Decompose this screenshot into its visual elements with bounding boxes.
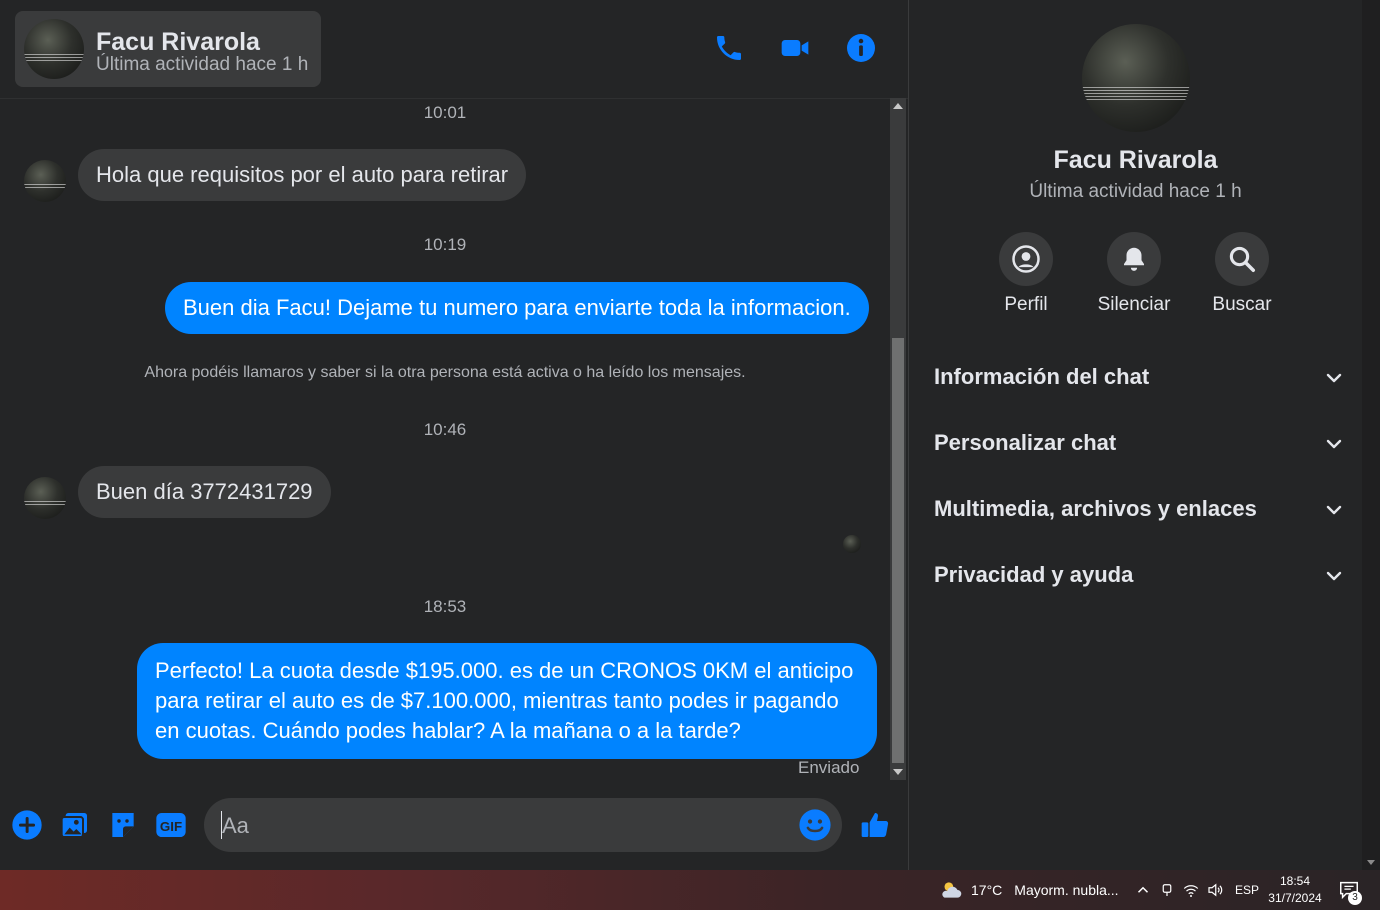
sent-status: Enviado [798,758,860,777]
language-indicator[interactable]: ESP [1235,870,1259,910]
wifi-icon[interactable] [1182,870,1200,910]
video-camera-icon[interactable] [777,30,813,66]
contact-name[interactable]: Facu Rivarola [96,28,260,57]
search-button[interactable]: Buscar [1192,232,1292,316]
volume-icon[interactable] [1206,870,1224,910]
section-label: Personalizar chat [934,430,1117,455]
page-scrollbar[interactable] [1362,0,1380,870]
section-label: Privacidad y ayuda [934,562,1134,587]
incoming-message[interactable]: Buen día 3772431729 [78,466,331,518]
search-icon [1229,246,1255,272]
seen-avatar [843,535,861,553]
profile-button[interactable]: Perfil [976,232,1076,316]
profile-label: Perfil [1004,294,1048,315]
chat-panel: Facu Rivarola Última actividad hace 1 h … [0,0,908,870]
phone-icon[interactable] [711,30,747,66]
message-input[interactable]: Aa [204,798,842,852]
chevron-down-icon [1326,439,1342,449]
timestamp: 10:46 [423,420,467,439]
notifications-button[interactable]: 3 [1338,870,1362,910]
show-hidden-icons-button[interactable] [1134,870,1152,910]
page-scroll-down-arrow[interactable] [1367,860,1375,865]
clock-date: 31/7/2024 [1268,891,1322,905]
search-label: Buscar [1212,294,1272,315]
weather-widget[interactable]: 17°C Mayorm. nubla... [938,870,1119,910]
usb-device-icon [1162,884,1172,896]
chat-scrollbar[interactable] [890,98,906,780]
sticker-icon[interactable] [106,808,140,842]
sender-avatar[interactable] [24,160,66,202]
mute-button[interactable]: Silenciar [1084,232,1184,316]
contact-avatar[interactable] [24,19,84,79]
chevron-down-icon [1326,373,1342,383]
temperature: 17°C [971,882,1003,898]
plus-icon[interactable] [10,808,44,842]
timestamp: 18:53 [423,597,467,616]
gif-icon[interactable]: GIF [154,808,188,842]
section-label: Multimedia, archivos y enlaces [934,496,1257,521]
gif-label: GIF [160,819,182,834]
chevron-down-icon [1326,505,1342,515]
system-notice: Ahora podéis llamaros y saber si la otra… [144,364,746,381]
section-media-files-links[interactable]: Multimedia, archivos y enlaces [934,488,1344,532]
weather-text: Mayorm. nubla... [1014,882,1119,898]
notification-count: 3 [1348,891,1362,905]
contact-status: Última actividad hace 1 h [96,54,309,75]
scroll-down-arrow[interactable] [893,769,903,775]
sender-avatar[interactable] [24,477,66,519]
timestamp: 10:19 [423,235,467,254]
section-chat-info[interactable]: Información del chat [934,356,1344,400]
chevron-down-icon [1326,571,1342,581]
profile-status: Última actividad hace 1 h [1029,181,1242,202]
section-privacy-help[interactable]: Privacidad y ayuda [934,554,1344,598]
clock-time: 18:54 [1279,874,1311,888]
clock[interactable]: 18:54 31/7/2024 [1260,873,1330,907]
chat-header: Facu Rivarola Última actividad hace 1 h [0,0,908,99]
profile-avatar[interactable] [1082,24,1190,132]
section-label: Información del chat [934,364,1150,389]
scroll-thumb[interactable] [892,338,904,763]
device-icon[interactable] [1158,870,1176,910]
profile-icon [1012,245,1040,273]
scroll-up-arrow[interactable] [893,103,903,109]
message-placeholder: Aa [222,813,249,838]
chevron-up-icon [1137,886,1149,893]
section-customize-chat[interactable]: Personalizar chat [934,422,1344,466]
outgoing-message[interactable]: Buen dia Facu! Dejame tu numero para env… [165,282,869,334]
messenger-window: Facu Rivarola Última actividad hace 1 h … [0,0,1362,870]
network-icon [1183,885,1199,897]
outgoing-message[interactable]: Perfecto! La cuota desde $195.000. es de… [137,643,877,759]
chat-info-panel: Facu Rivarola Última actividad hace 1 h … [909,0,1362,870]
cloud-sun-icon [942,882,962,898]
mute-label: Silenciar [1097,294,1171,315]
incoming-message[interactable]: Hola que requisitos por el auto para ret… [78,149,527,201]
emoji-icon[interactable] [798,808,832,842]
thumbs-up-icon[interactable] [858,808,892,842]
timestamp: 10:01 [423,103,467,122]
info-icon[interactable] [843,30,879,66]
bell-icon [1124,247,1144,271]
photo-icon[interactable] [58,808,92,842]
profile-name: Facu Rivarola [1053,146,1218,174]
speaker-icon [1208,883,1223,897]
taskbar: 17°C Mayorm. nubla... ESP 18:54 31/7/202… [0,870,1380,910]
